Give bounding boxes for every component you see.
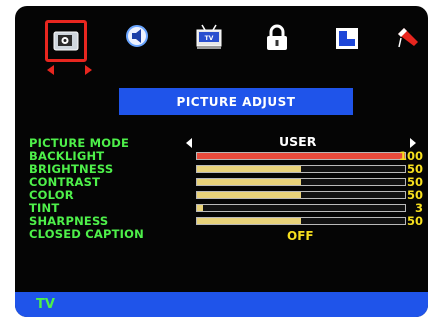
display-icon[interactable] xyxy=(330,20,372,62)
setup-icon[interactable] xyxy=(390,20,428,62)
picture-mode-left-arrow[interactable] xyxy=(186,138,192,148)
tv-icon[interactable]: TV xyxy=(193,20,235,62)
closed-caption-value: OFF xyxy=(287,229,314,243)
selection-left-arrow xyxy=(47,65,54,75)
backlight-slider-fill xyxy=(197,153,405,159)
color-slider-fill xyxy=(197,192,301,198)
sharpness-slider[interactable] xyxy=(196,217,406,225)
svg-text:TV: TV xyxy=(205,35,214,42)
lock-icon[interactable] xyxy=(260,20,302,62)
contrast-row[interactable]: CONTRAST 50 xyxy=(29,176,425,189)
closed-caption-label: CLOSED CAPTION xyxy=(29,227,144,241)
selection-right-arrow xyxy=(85,65,92,75)
backlight-slider[interactable] xyxy=(196,152,406,160)
tint-slider-fill xyxy=(197,205,204,211)
picture-icon[interactable] xyxy=(45,20,92,75)
input-source-label: TV xyxy=(36,297,55,312)
brightness-slider-fill xyxy=(197,166,301,172)
brightness-slider[interactable] xyxy=(196,165,406,173)
audio-icon[interactable] xyxy=(121,20,163,62)
menu-icon-row: TV xyxy=(45,20,418,75)
color-slider[interactable] xyxy=(196,191,406,199)
color-row[interactable]: COLOR 50 xyxy=(29,189,425,202)
contrast-slider[interactable] xyxy=(196,178,406,186)
sharpness-value: 50 xyxy=(406,214,423,228)
osd-menu: TV PICTURE ADJUST PICTURE MODE USER BACK… xyxy=(15,6,428,317)
menu-title: PICTURE ADJUST xyxy=(119,88,353,115)
sharpness-slider-fill xyxy=(197,218,301,224)
picture-mode-value: USER xyxy=(279,134,317,149)
status-bar: TV xyxy=(15,292,428,317)
closed-caption-row[interactable]: CLOSED CAPTION OFF xyxy=(29,227,425,244)
picture-mode-right-arrow[interactable] xyxy=(410,138,416,148)
tint-slider[interactable] xyxy=(196,204,406,212)
contrast-slider-fill xyxy=(197,179,301,185)
